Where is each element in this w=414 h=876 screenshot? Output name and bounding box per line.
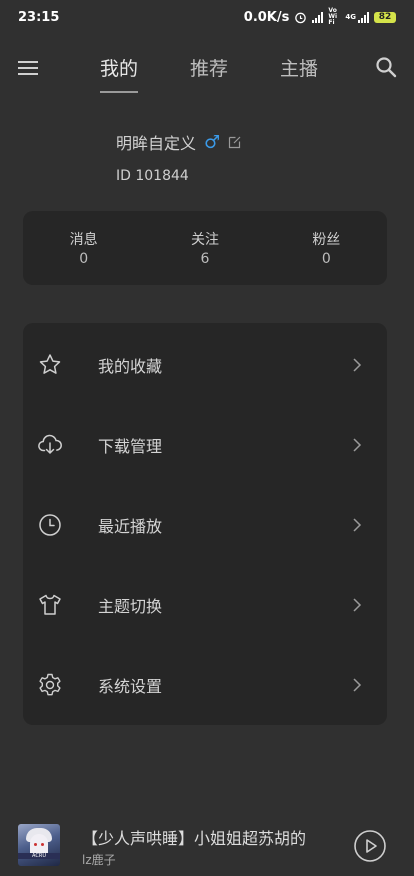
- chevron-right-icon: [353, 438, 362, 452]
- profile-section: 明眸自定义 ♂ ID 101844: [116, 130, 242, 184]
- app-bar: 我的 推荐 主播: [0, 44, 414, 93]
- tab-mine[interactable]: 我的: [100, 54, 139, 93]
- stat-label: 粉丝: [312, 232, 341, 248]
- stat-value: 0: [79, 251, 89, 267]
- alarm-icon: [295, 12, 307, 23]
- cloud-download-icon: [38, 434, 62, 454]
- play-button[interactable]: [354, 830, 386, 862]
- chevron-right-icon: [353, 518, 362, 532]
- tshirt-icon: [39, 594, 61, 615]
- stat-messages[interactable]: 消息 0: [23, 211, 144, 285]
- search-icon[interactable]: [374, 55, 398, 79]
- menu-item-theme[interactable]: 主题切换: [23, 575, 387, 635]
- chevron-right-icon: [353, 358, 362, 372]
- stat-fans[interactable]: 粉丝 0: [266, 211, 387, 285]
- chevron-right-icon: [353, 598, 362, 612]
- chevron-right-icon: [353, 678, 362, 692]
- menu-item-downloads[interactable]: 下载管理: [23, 415, 387, 475]
- menu-item-settings[interactable]: 系统设置: [23, 655, 387, 715]
- status-bar: 23:15 0.0K/s Vo WiFi 4G 82: [0, 0, 414, 34]
- cover-eye: [41, 843, 44, 846]
- menu-item-label: 主题切换: [98, 597, 163, 616]
- menu-item-label: 最近播放: [98, 517, 163, 536]
- stat-label: 关注: [190, 232, 219, 248]
- mini-player[interactable]: ACRU 【少人声哄睡】小姐姐超苏胡的 lz鹿子: [0, 816, 414, 876]
- stat-following[interactable]: 关注 6: [144, 211, 265, 285]
- song-artist: lz鹿子: [82, 853, 116, 867]
- profile-name: 明眸自定义: [116, 134, 197, 153]
- album-cover[interactable]: ACRU: [18, 824, 60, 866]
- menu-item-label: 系统设置: [98, 677, 163, 696]
- menu-item-label: 我的收藏: [98, 357, 163, 376]
- clock-icon: [39, 514, 61, 536]
- song-title: 【少人声哄睡】小姐姐超苏胡的: [82, 829, 307, 848]
- profile-id: ID 101844: [116, 168, 189, 184]
- stat-value: 0: [321, 251, 331, 267]
- stats-card: 消息 0 关注 6 粉丝 0: [23, 211, 387, 285]
- cover-eye: [34, 843, 37, 846]
- edit-icon[interactable]: [228, 135, 242, 149]
- signal-icon: [312, 11, 324, 23]
- menu-card: 我的收藏 下载管理 最近播放 主题切换 系统设置: [23, 323, 387, 725]
- menu-item-label: 下载管理: [98, 437, 163, 456]
- star-icon: [39, 354, 61, 374]
- network-speed: 0.0K/s: [243, 9, 290, 25]
- gear-icon: [39, 673, 61, 696]
- stat-label: 消息: [69, 232, 98, 248]
- profile-name-row: 明眸自定义 ♂: [116, 130, 242, 154]
- cover-text: ACRU: [18, 853, 60, 859]
- stat-value: 6: [200, 251, 210, 267]
- menu-icon[interactable]: [16, 56, 40, 80]
- menu-item-recent[interactable]: 最近播放: [23, 495, 387, 555]
- menu-item-favorites[interactable]: 我的收藏: [23, 335, 387, 395]
- battery-icon: 82: [374, 11, 396, 23]
- status-time: 23:15: [18, 9, 60, 25]
- tab-anchor[interactable]: 主播: [280, 54, 318, 81]
- signal-4g-icon: [358, 11, 369, 23]
- tab-recommend[interactable]: 推荐: [190, 54, 228, 81]
- status-indicators: 0.0K/s Vo WiFi 4G 82: [244, 8, 396, 26]
- male-icon: ♂: [204, 131, 221, 153]
- vowifi-label: Vo WiFi: [328, 7, 338, 26]
- network-4g-label: 4G: [345, 13, 356, 21]
